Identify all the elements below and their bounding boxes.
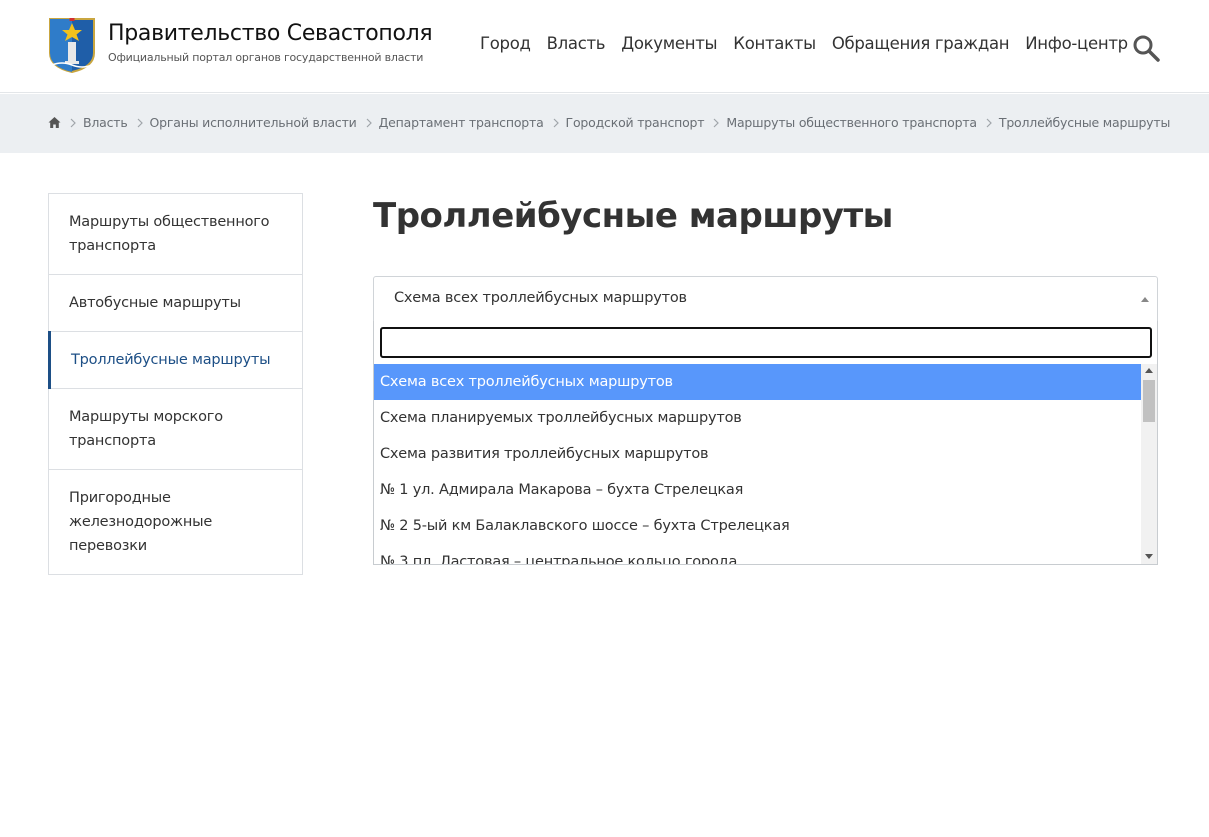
sidebar-item-public-transport-routes[interactable]: Маршруты общественного транспорта: [49, 194, 302, 275]
chevron-right-icon: [137, 118, 143, 127]
page-title: Троллейбусные маршруты: [373, 196, 893, 236]
sevastopol-coat-of-arms-logo[interactable]: [48, 17, 96, 73]
sidebar-menu: Маршруты общественного транспорта Автобу…: [48, 193, 303, 575]
site-header: Правительство Севастополя Официальный по…: [0, 0, 1209, 93]
sidebar-item-trolleybus-routes[interactable]: Троллейбусные маршруты: [48, 331, 302, 389]
nav-item-documents[interactable]: Документы: [621, 34, 717, 53]
select-current-value: Схема всех троллейбусных маршрутов: [394, 290, 687, 306]
site-title[interactable]: Правительство Севастополя: [108, 21, 433, 46]
chevron-right-icon: [366, 118, 372, 127]
breadcrumb-item[interactable]: Власть: [83, 115, 128, 130]
nav-item-info-center[interactable]: Инфо-центр: [1025, 34, 1128, 53]
scroll-down-arrow-icon[interactable]: [1145, 554, 1153, 559]
dropdown-search-input[interactable]: [380, 327, 1152, 358]
sidebar-item-bus-routes[interactable]: Автобусные маршруты: [49, 275, 302, 332]
home-icon[interactable]: [48, 116, 61, 129]
nav-item-citizen-appeals[interactable]: Обращения граждан: [832, 34, 1010, 53]
chevron-right-icon: [70, 118, 76, 127]
site-subtitle: Официальный портал органов государственн…: [108, 51, 424, 64]
breadcrumb-item[interactable]: Департамент транспорта: [379, 115, 544, 130]
sidebar-item-sea-transport-routes[interactable]: Маршруты морского транспорта: [49, 389, 302, 470]
dropdown-option[interactable]: № 2 5-ый км Балаклавского шоссе – бухта …: [374, 508, 1141, 544]
dropdown-scrollbar[interactable]: [1141, 364, 1157, 564]
chevron-right-icon: [986, 118, 992, 127]
breadcrumb-current: Троллейбусные маршруты: [998, 115, 1171, 130]
scrollbar-thumb[interactable]: [1143, 380, 1155, 422]
nav-item-contacts[interactable]: Контакты: [733, 34, 816, 53]
dropdown-options-list: Схема всех троллейбусных маршрутов Схема…: [374, 364, 1141, 564]
search-icon[interactable]: [1132, 34, 1160, 62]
sidebar-item-suburban-railway[interactable]: Пригородные железнодорожные перевозки: [49, 470, 302, 574]
route-scheme-select[interactable]: Схема всех троллейбусных маршрутов: [373, 276, 1158, 322]
dropdown-option[interactable]: Схема планируемых троллейбусных маршруто…: [374, 400, 1141, 436]
nav-item-city[interactable]: Город: [480, 34, 531, 53]
dropdown-option[interactable]: Схема развития троллейбусных маршрутов: [374, 436, 1141, 472]
dropdown-option[interactable]: № 1 ул. Адмирала Макарова – бухта Стреле…: [374, 472, 1141, 508]
scroll-up-arrow-icon[interactable]: [1145, 368, 1153, 373]
chevron-right-icon: [713, 118, 720, 127]
nav-item-authority[interactable]: Власть: [547, 34, 606, 53]
select-dropdown: Схема всех троллейбусных маршрутов Схема…: [373, 321, 1158, 565]
breadcrumb-item[interactable]: Городской транспорт: [566, 115, 705, 130]
dropdown-option[interactable]: № 3 пл. Ластовая – центральное кольцо го…: [374, 544, 1141, 564]
breadcrumb-bar: Власть Органы исполнительной власти Депа…: [0, 94, 1209, 153]
main-nav: Город Власть Документы Контакты Обращени…: [480, 34, 1128, 53]
breadcrumb: Власть Органы исполнительной власти Депа…: [48, 115, 1170, 130]
dropdown-option[interactable]: Схема всех троллейбусных маршрутов: [374, 364, 1141, 400]
breadcrumb-item[interactable]: Маршруты общественного транспорта: [726, 115, 977, 130]
chevron-right-icon: [553, 118, 559, 127]
breadcrumb-item[interactable]: Органы исполнительной власти: [150, 115, 357, 130]
caret-up-icon: [1141, 297, 1149, 302]
